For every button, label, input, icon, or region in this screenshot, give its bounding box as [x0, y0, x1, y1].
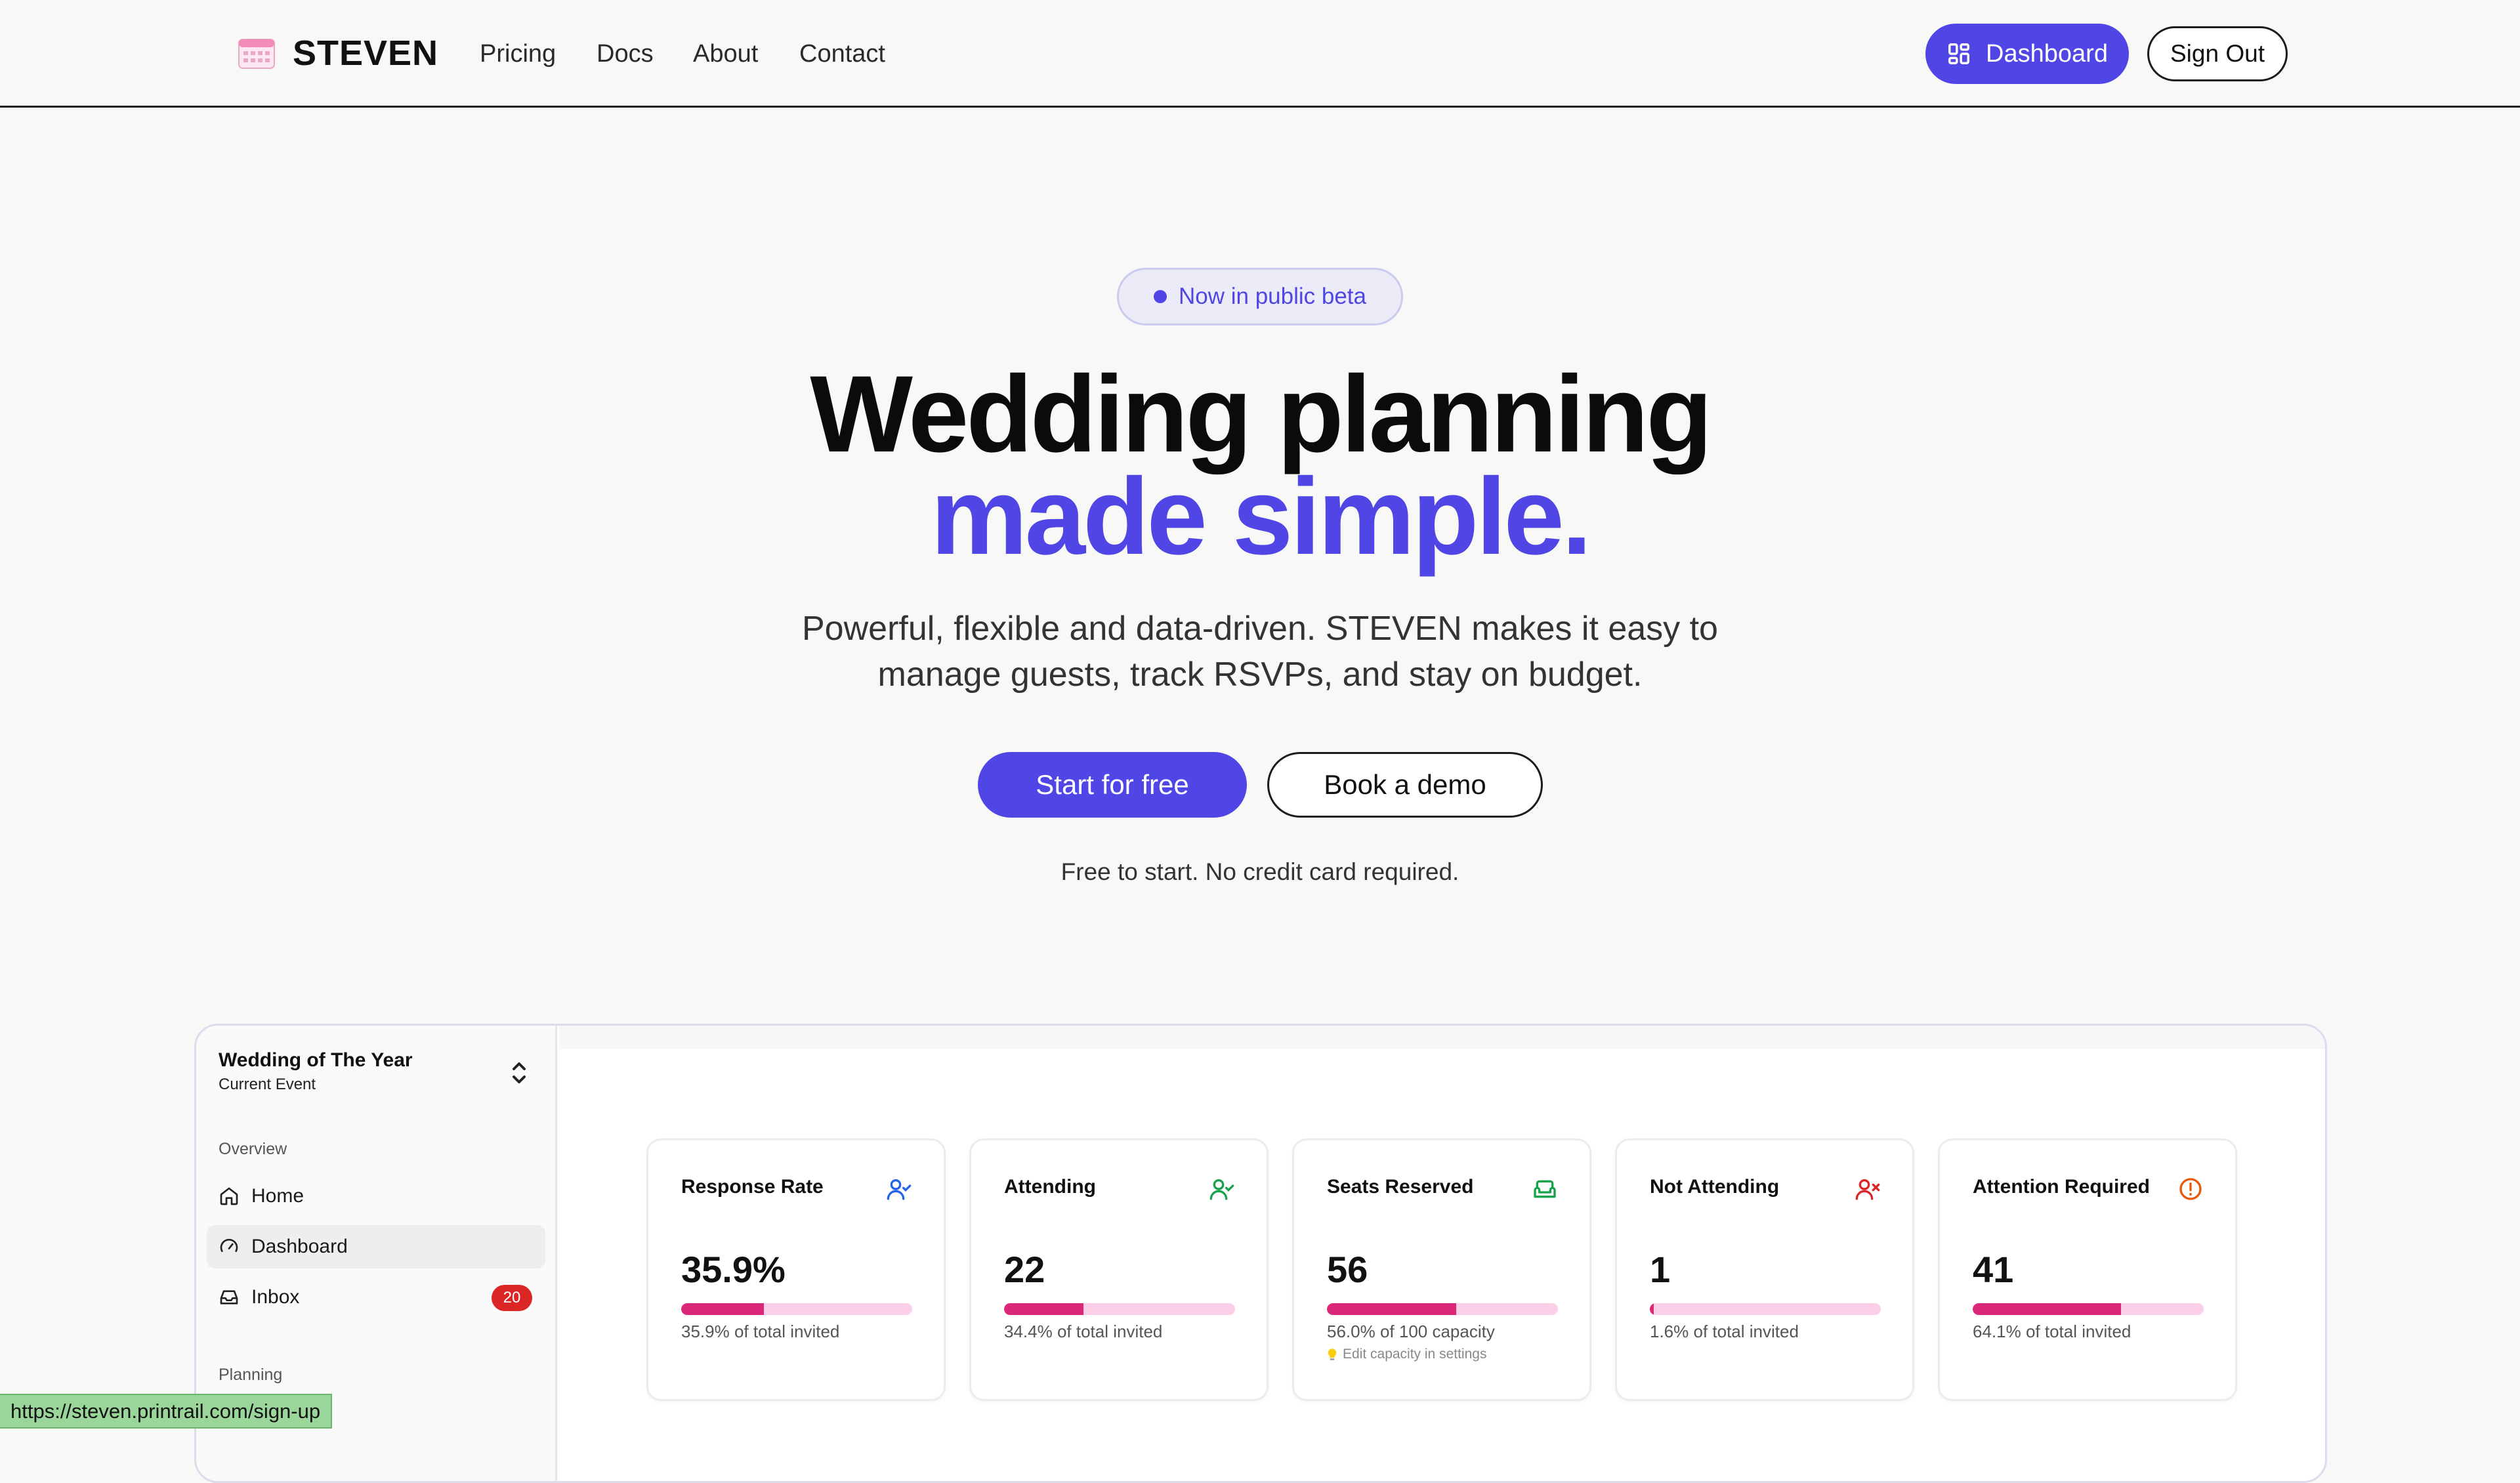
progress-bar [1973, 1303, 2204, 1315]
inbox-count-badge: 20 [492, 1285, 532, 1311]
inbox-icon [220, 1290, 238, 1305]
dot-icon [1154, 290, 1167, 303]
book-demo-button[interactable]: Book a demo [1267, 752, 1543, 818]
progress-fill [1973, 1303, 2121, 1315]
card-value: 56 [1327, 1249, 1368, 1290]
progress-bar [1650, 1303, 1881, 1315]
sidebar-item-inbox[interactable]: Inbox 20 [207, 1276, 545, 1319]
card-title: Attending [1004, 1176, 1096, 1198]
card-title: Attention Required [1973, 1176, 2150, 1198]
progress-bar [1327, 1303, 1558, 1315]
card-description: 64.1% of total invited [1973, 1322, 2132, 1341]
section-planning: Planning [219, 1366, 283, 1384]
beta-badge-label: Now in public beta [1179, 283, 1366, 309]
home-icon [220, 1187, 238, 1205]
hero-subtitle-line1: Powerful, flexible and data-driven. STEV… [802, 610, 1718, 648]
gauge-icon [220, 1238, 238, 1252]
sidebar-item-dashboard[interactable]: Dashboard [207, 1225, 545, 1268]
sidebar-item-label: Home [251, 1185, 304, 1207]
stat-card-seats-reserved[interactable]: Seats Reserved 56 56.0% of 100 capacity … [1292, 1138, 1591, 1401]
event-name[interactable]: Wedding of The Year [219, 1049, 413, 1072]
progress-fill [1650, 1303, 1654, 1315]
card-title: Response Rate [681, 1176, 824, 1198]
event-subtitle: Current Event [219, 1076, 316, 1093]
progress-fill [1327, 1303, 1457, 1315]
grid-icon [1948, 43, 1970, 64]
nav-link-docs[interactable]: Docs [597, 38, 654, 70]
brand-name[interactable]: STEVEN [293, 30, 438, 76]
card-description: 34.4% of total invited [1004, 1322, 1163, 1341]
beta-badge: Now in public beta [1117, 268, 1403, 325]
sign-out-button[interactable]: Sign Out [2147, 26, 2288, 81]
alert-circle-icon [2179, 1178, 2202, 1200]
card-value: 22 [1004, 1249, 1045, 1290]
user-check-icon [887, 1179, 912, 1200]
card-description: 1.6% of total invited [1650, 1322, 1799, 1341]
nav-link-contact[interactable]: Contact [799, 38, 885, 70]
stat-card-not-attending[interactable]: Not Attending 1 1.6% of total invited [1615, 1138, 1914, 1401]
nav-link-about[interactable]: About [693, 38, 758, 70]
sofa-icon [1534, 1180, 1556, 1198]
card-value: 1 [1650, 1249, 1671, 1290]
progress-bar [681, 1303, 912, 1315]
link-status-bar: https://steven.printrail.com/sign-up [0, 1394, 333, 1429]
progress-bar [1004, 1303, 1235, 1315]
card-title: Seats Reserved [1327, 1176, 1474, 1198]
calendar-logo-icon[interactable] [238, 35, 276, 70]
dashboard-button[interactable]: Dashboard [1925, 24, 2129, 84]
top-nav: STEVEN Pricing Docs About Contact Dashbo… [0, 0, 2520, 108]
hero-subtitle-line2: manage guests, track RSVPs, and stay on … [877, 656, 1643, 694]
stat-card-attention-required[interactable]: Attention Required 41 64.1% of total inv… [1938, 1138, 2237, 1401]
hero-title-line2: made simple. [931, 456, 1592, 577]
hero-title-line1: Wedding planning [810, 354, 1712, 475]
capacity-hint-label: Edit capacity in settings [1343, 1347, 1487, 1362]
card-value: 41 [1973, 1249, 2014, 1290]
card-title: Not Attending [1650, 1176, 1780, 1198]
start-for-free-button[interactable]: Start for free [978, 752, 1247, 818]
user-x-icon [1855, 1179, 1880, 1200]
dashboard-button-label: Dashboard [1986, 39, 2108, 68]
progress-fill [1004, 1303, 1084, 1315]
stat-card-attending[interactable]: Attending 22 34.4% of total invited [969, 1138, 1269, 1401]
sidebar-item-home[interactable]: Home [207, 1175, 545, 1218]
dashboard-preview: Wedding of The Year Current Event Overvi… [194, 1024, 2327, 1483]
stat-card-response-rate[interactable]: Response Rate 35.9% 35.9% of total invit… [646, 1138, 946, 1401]
sidebar-item-label: Inbox [251, 1286, 300, 1308]
card-description: 56.0% of 100 capacity [1327, 1322, 1495, 1341]
progress-fill [681, 1303, 765, 1315]
card-value: 35.9% [681, 1249, 786, 1290]
sidebar-item-label: Dashboard [251, 1236, 348, 1257]
hero-note: Free to start. No credit card required. [1060, 858, 1460, 885]
preview-main-header [559, 1026, 2325, 1049]
lightbulb-icon [1328, 1348, 1337, 1360]
nav-link-pricing[interactable]: Pricing [480, 38, 556, 70]
user-check-icon [1209, 1179, 1234, 1200]
capacity-hint[interactable]: Edit capacity in settings [1327, 1347, 1486, 1362]
chevrons-up-down-icon[interactable] [510, 1060, 528, 1086]
card-description: 35.9% of total invited [681, 1322, 840, 1341]
section-overview: Overview [219, 1140, 287, 1158]
